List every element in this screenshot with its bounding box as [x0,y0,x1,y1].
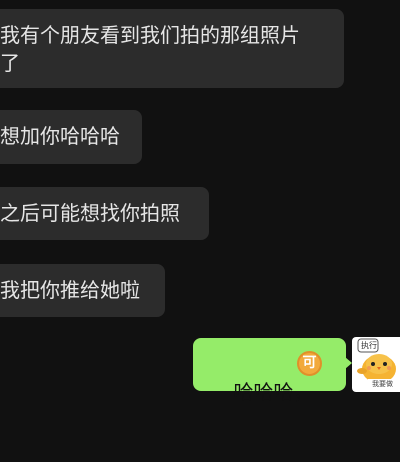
avatar-sticker-caption: 我要做 [372,380,393,388]
outgoing-message-text: 哈哈哈， [233,380,314,404]
avatar-sticker-text: 执行 [361,341,377,350]
incoming-message-bubble[interactable]: 我有个朋友看到我们拍的那组照片 了 [0,9,344,88]
chat-area: 我有个朋友看到我们拍的那组照片 了 想加你哈哈哈 之后可能想找你拍照 我把你推给… [0,0,400,404]
user-avatar[interactable]: 执行 我要做 [352,337,400,392]
ok-emoji-icon: 可 [297,351,322,376]
outgoing-message-bubble[interactable]: 哈哈哈， 可 [193,338,352,404]
incoming-message-bubble[interactable]: 想加你哈哈哈 [0,110,142,164]
incoming-message-bubble[interactable]: 我把你推给她啦 [0,264,165,317]
incoming-message-bubble[interactable]: 之后可能想找你拍照 [0,187,209,240]
